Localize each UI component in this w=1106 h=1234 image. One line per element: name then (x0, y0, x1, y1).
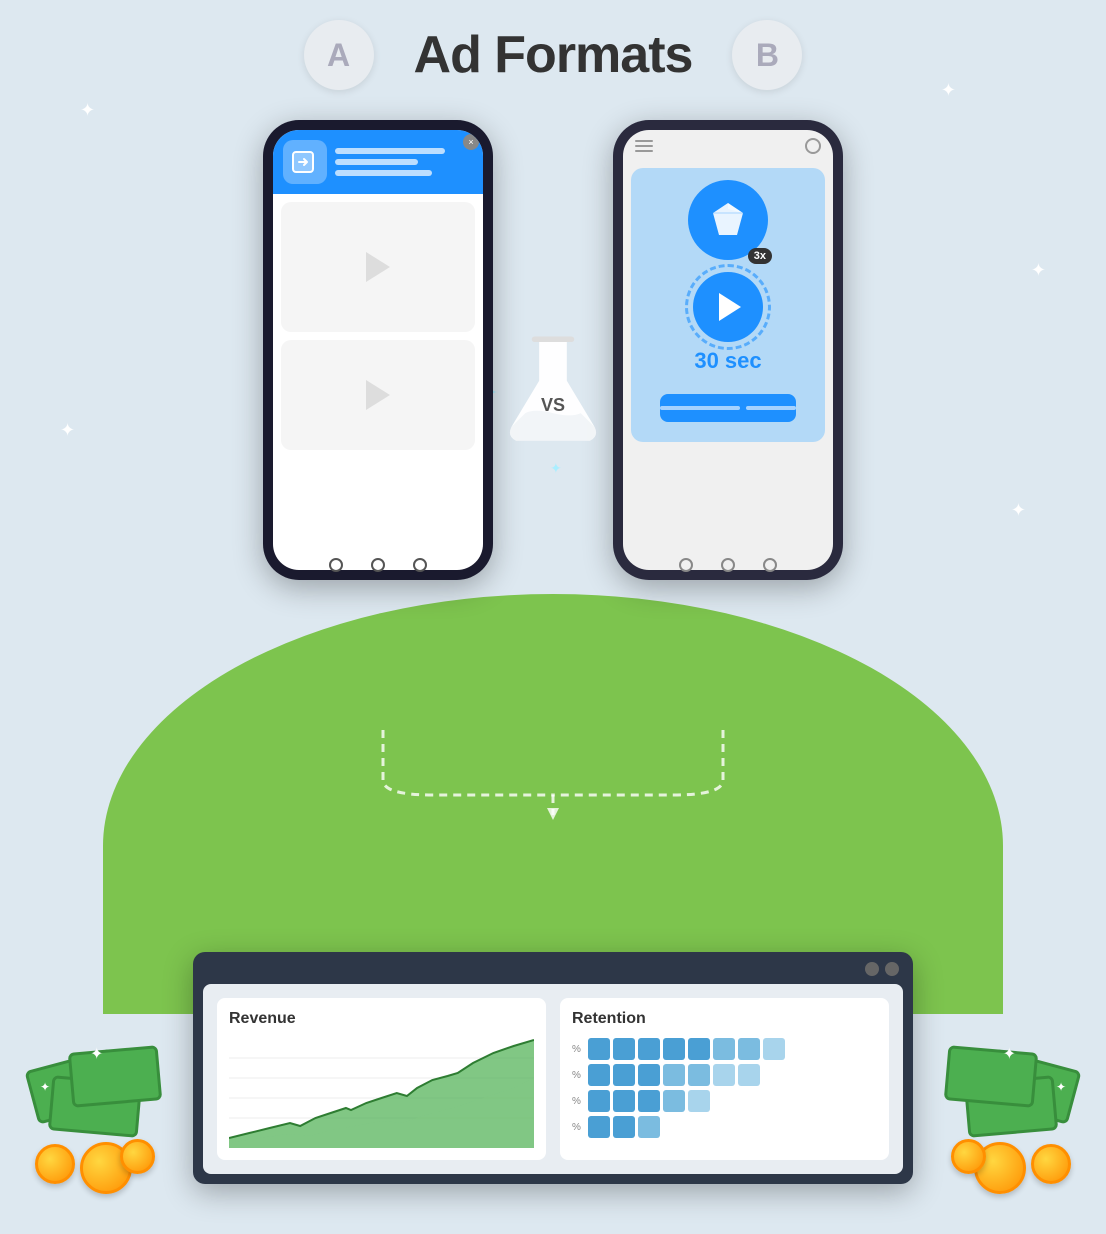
retention-pct: % (572, 1070, 584, 1081)
nav-dot (371, 558, 385, 572)
play-icon (366, 252, 390, 282)
dashboard-titlebar (203, 962, 903, 976)
phone-b-footer-bar (660, 394, 796, 422)
sparkle-icon: ✦ (80, 100, 95, 121)
coin-small (120, 1139, 155, 1174)
money-bill (944, 1045, 1038, 1108)
sparkle-icon: ✦ (40, 1080, 50, 1094)
vs-flask-container: VS (503, 330, 603, 455)
retention-row: % (572, 1090, 877, 1112)
coin (1031, 1144, 1071, 1184)
retention-pct: % (572, 1122, 584, 1133)
video-timer: 30 sec (693, 272, 763, 374)
revenue-chart-title: Revenue (229, 1010, 534, 1028)
sparkle-icon: ✦ (60, 420, 75, 441)
dashboard-inner: Revenue Retention (203, 984, 903, 1174)
sparkle-icon: ✦ (1031, 260, 1046, 281)
titlebar-dot (865, 962, 879, 976)
retention-cells (588, 1038, 785, 1060)
phone-a-card-1 (281, 202, 475, 332)
footer-line-short (746, 406, 796, 410)
retention-row: % (572, 1038, 877, 1060)
revenue-chart-box: Revenue (217, 998, 546, 1160)
page-header: A Ad Formats B (0, 20, 1106, 90)
play-circle (693, 272, 763, 342)
retention-pct: % (572, 1096, 584, 1107)
sparkle-icon: ✦ (90, 1044, 103, 1064)
phone-b-screen: 3x 30 sec (623, 130, 833, 570)
coin-small (951, 1139, 986, 1174)
phone-b: 3x 30 sec (613, 120, 843, 580)
ad-text-lines (335, 148, 473, 176)
dashed-ring (685, 264, 771, 350)
nav-dot (721, 558, 735, 572)
reward-diamond: 3x (688, 180, 768, 260)
phone-a-screen: × (273, 130, 483, 570)
play-icon (366, 380, 390, 410)
phone-a: × (263, 120, 493, 580)
nav-dot (329, 558, 343, 572)
phone-a-ad-banner: × (273, 130, 483, 194)
coin (35, 1144, 75, 1184)
ad-icon (283, 140, 327, 184)
phone-b-nav (613, 558, 843, 572)
retention-pct: % (572, 1044, 584, 1055)
timer-label: 30 sec (694, 348, 761, 374)
retention-grid: % % (572, 1038, 877, 1138)
money-bill (68, 1045, 162, 1108)
retention-cells (588, 1116, 660, 1138)
hamburger-icon (635, 140, 653, 152)
dashboard: Revenue Retention (193, 952, 913, 1184)
connection-arrows (303, 720, 803, 820)
sparkle-icon: ✦ (1011, 500, 1026, 521)
footer-line (660, 406, 740, 410)
retention-cells (588, 1090, 710, 1112)
badge-a: A (304, 20, 374, 90)
revenue-chart (229, 1038, 534, 1148)
phone-a-nav (263, 558, 493, 572)
badge-b: B (732, 20, 802, 90)
rewarded-ad-content: 3x 30 sec (631, 168, 825, 442)
retention-chart-box: Retention % (560, 998, 889, 1160)
retention-chart-title: Retention (572, 1010, 877, 1028)
phone-b-topbar (623, 130, 833, 162)
profile-icon (805, 138, 821, 154)
vs-label: VS (541, 395, 565, 416)
nav-dot (679, 558, 693, 572)
retention-cells (588, 1064, 760, 1086)
close-icon[interactable]: × (463, 134, 479, 150)
phone-a-card-2 (281, 340, 475, 450)
titlebar-dot (885, 962, 899, 976)
nav-dot (413, 558, 427, 572)
multiplier-badge: 3x (748, 248, 772, 264)
retention-row: % (572, 1116, 877, 1138)
retention-row: % (572, 1064, 877, 1086)
sparkle-icon: ✦ (1056, 1080, 1066, 1094)
flask-icon: VS (503, 330, 603, 455)
nav-dot (763, 558, 777, 572)
page-title: Ad Formats (414, 25, 693, 85)
sparkle-icon: ✦ (1003, 1044, 1016, 1064)
